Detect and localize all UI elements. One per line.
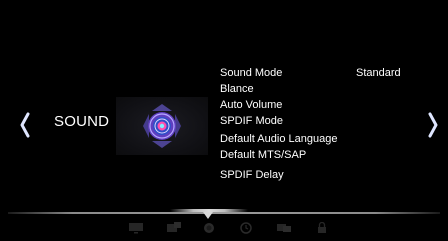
menu-item-sound-mode[interactable]: Sound Mode [220,67,282,80]
lock-icon[interactable] [314,222,330,234]
menu-item-default-audio-language[interactable]: Default Audio Language [220,133,337,146]
sound-icon[interactable] [201,222,217,234]
menu-item-spdif-mode[interactable]: SPDIF Mode [220,115,283,128]
menu-item-balance[interactable]: Blance [220,83,254,96]
menu-item-auto-volume[interactable]: Auto Volume [220,99,282,112]
picture-icon[interactable] [128,222,144,234]
bottom-divider [8,212,440,214]
chevron-right-icon[interactable] [427,112,439,138]
time-icon[interactable] [238,222,254,234]
option-icon[interactable] [276,222,292,234]
sound-mode-value: Standard [356,67,401,79]
menu-item-default-mts-sap[interactable]: Default MTS/SAP [220,149,306,162]
category-title: SOUND [54,113,110,130]
channel-icon[interactable] [166,222,182,234]
sound-icon-panel [116,97,208,155]
menu-item-spdif-delay[interactable]: SPDIF Delay [220,169,284,182]
selected-tab-pointer [203,212,213,219]
tv-settings-screen: SOUND Sound Mode Standard Blance Auto Vo… [0,0,448,241]
bottom-category-bar [120,222,340,236]
chevron-left-icon[interactable] [19,112,31,138]
sound-speaker-icon [143,104,181,148]
